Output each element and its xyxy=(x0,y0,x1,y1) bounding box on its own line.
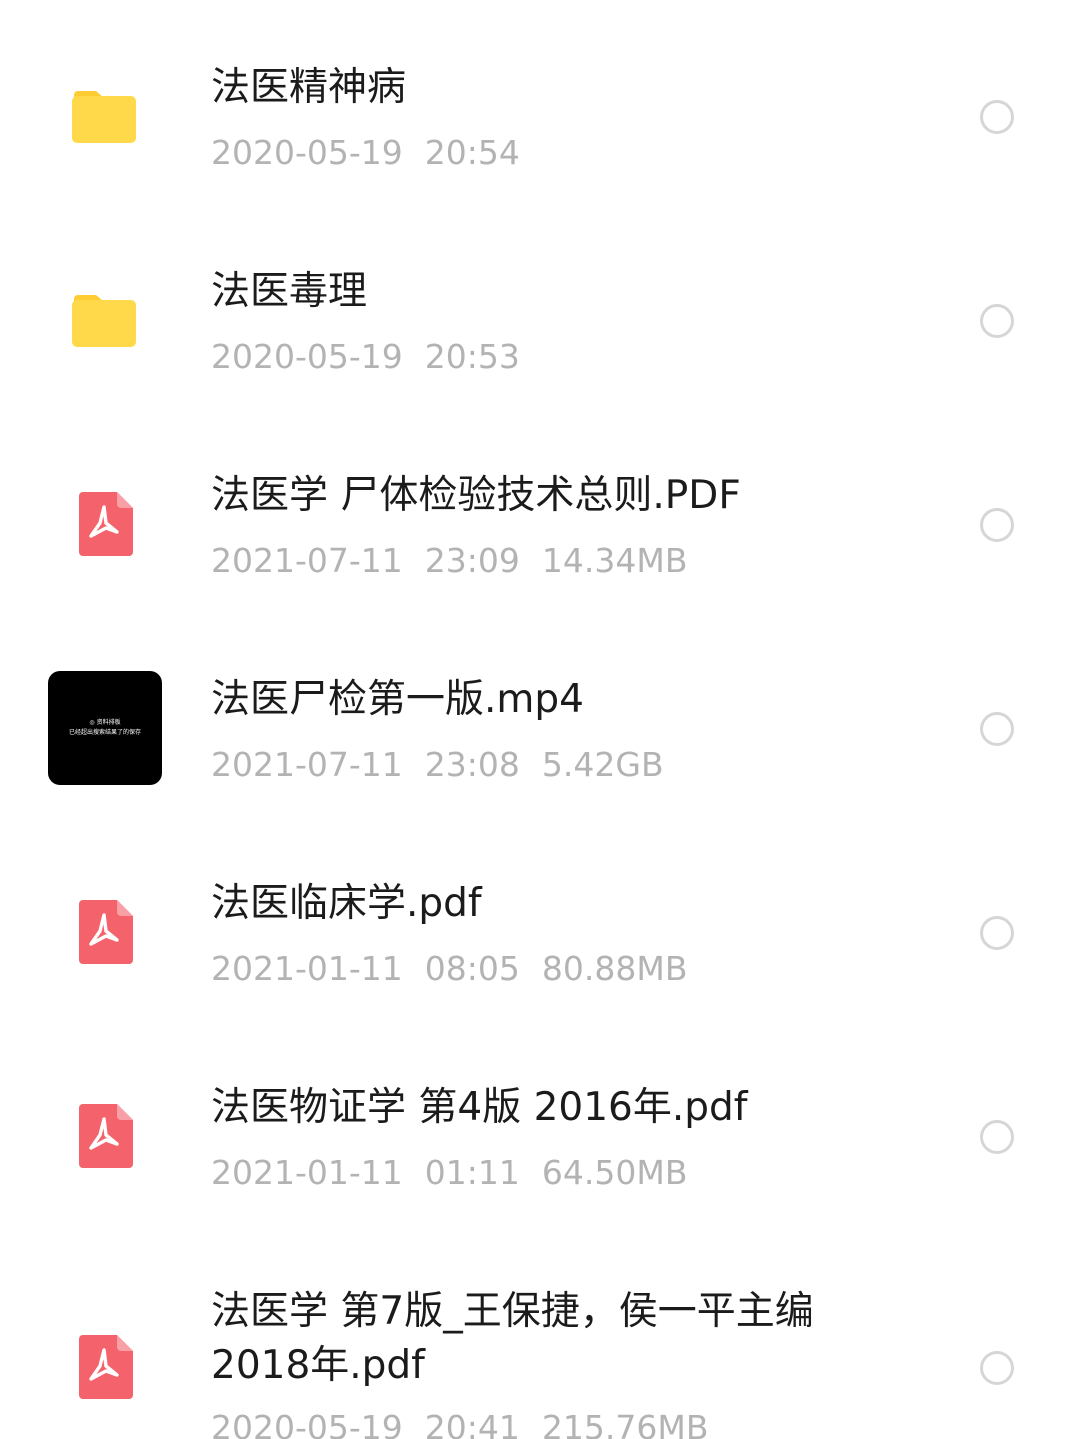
file-time: 23:09 xyxy=(424,541,520,580)
list-item[interactable]: 法医临床学.pdf 2021-01-11 08:05 80.88MB xyxy=(0,830,1080,1034)
file-time: 20:53 xyxy=(424,337,520,376)
file-meta: 2020-05-19 20:53 xyxy=(211,337,542,377)
select-radio[interactable] xyxy=(980,1351,1014,1385)
select-radio[interactable] xyxy=(980,304,1014,338)
file-name: 法医尸检第一版.mp4 xyxy=(211,677,584,722)
folder-icon xyxy=(48,59,162,173)
thumbnail-caption: 已经超出搜索结果了的保存 xyxy=(68,729,142,736)
pdf-icon xyxy=(48,1310,162,1424)
folder-icon xyxy=(48,263,162,377)
list-item[interactable]: 法医毒理 2020-05-19 20:53 xyxy=(0,218,1080,422)
select-radio[interactable] xyxy=(980,508,1014,542)
file-date: 2021-01-11 xyxy=(211,949,403,988)
file-date: 2021-07-11 xyxy=(211,745,403,784)
file-meta: 2021-01-11 08:05 80.88MB xyxy=(211,949,709,989)
thumbnail-caption: ◎ 资料排板 xyxy=(89,719,121,726)
file-list: 法医精神病 2020-05-19 20:54 法医毒理 2020-05-19 20:… xyxy=(0,0,1080,1439)
file-meta: 2021-01-11 01:11 64.50MB xyxy=(211,1153,709,1193)
file-name: 法医学 第7版_王保捷，侯一平主编 2018年.pdf xyxy=(211,1289,814,1388)
file-size: 215.76MB xyxy=(541,1408,709,1439)
file-date: 2021-07-11 xyxy=(211,541,403,580)
file-size: 80.88MB xyxy=(541,949,688,988)
video-thumbnail-image: ◎ 资料排板 已经超出搜索结果了的保存 xyxy=(48,671,162,785)
select-radio[interactable] xyxy=(980,916,1014,950)
file-size: 14.34MB xyxy=(541,541,688,580)
list-item[interactable]: 法医学 尸体检验技术总则.PDF 2021-07-11 23:09 14.34MB xyxy=(0,422,1080,626)
file-size: 5.42GB xyxy=(541,745,664,784)
file-date: 2020-05-19 xyxy=(211,1408,403,1439)
file-date: 2020-05-19 xyxy=(211,133,403,172)
pdf-icon xyxy=(48,467,162,581)
file-date: 2021-01-11 xyxy=(211,1153,403,1192)
file-time: 20:54 xyxy=(424,133,520,172)
file-time: 20:41 xyxy=(424,1408,520,1439)
file-meta: 2020-05-19 20:41 215.76MB xyxy=(211,1408,730,1439)
file-time: 08:05 xyxy=(424,949,520,988)
file-name: 法医毒理 xyxy=(211,269,368,314)
pdf-icon xyxy=(48,1079,162,1193)
file-meta: 2021-07-11 23:09 14.34MB xyxy=(211,541,709,581)
select-radio[interactable] xyxy=(980,100,1014,134)
file-size: 64.50MB xyxy=(541,1153,688,1192)
file-date: 2020-05-19 xyxy=(211,337,403,376)
list-item[interactable]: 法医物证学 第4版 2016年.pdf 2021-01-11 01:11 64.50… xyxy=(0,1034,1080,1238)
list-item[interactable]: ◎ 资料排板 已经超出搜索结果了的保存 法医尸检第一版.mp4 2021-07-… xyxy=(0,626,1080,830)
file-name: 法医临床学.pdf xyxy=(211,881,482,926)
file-meta: 2021-07-11 23:08 5.42GB xyxy=(211,745,686,785)
pdf-icon xyxy=(48,875,162,989)
file-name: 法医精神病 xyxy=(211,65,407,110)
list-item[interactable]: 法医学 第7版_王保捷，侯一平主编 2018年.pdf 2020-05-19 20… xyxy=(0,1238,1080,1439)
file-name: 法医学 尸体检验技术总则.PDF xyxy=(211,473,741,518)
select-radio[interactable] xyxy=(980,1120,1014,1154)
file-meta: 2020-05-19 20:54 xyxy=(211,133,542,173)
file-time: 01:11 xyxy=(424,1153,520,1192)
select-radio[interactable] xyxy=(980,712,1014,746)
file-time: 23:08 xyxy=(424,745,520,784)
video-thumbnail: ◎ 资料排板 已经超出搜索结果了的保存 xyxy=(48,671,162,785)
list-item[interactable]: 法医精神病 2020-05-19 20:54 xyxy=(0,14,1080,218)
file-name: 法医物证学 第4版 2016年.pdf xyxy=(211,1085,748,1130)
